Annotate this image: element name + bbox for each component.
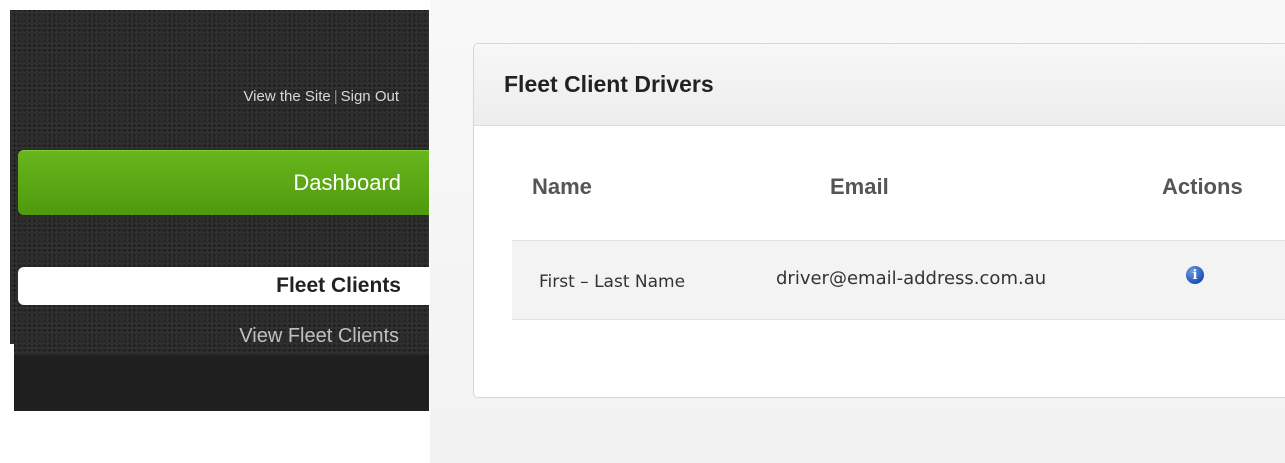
info-icon[interactable]: i	[1186, 266, 1204, 284]
column-header-name[interactable]: Name	[532, 174, 592, 200]
nav-dashboard-label: Dashboard	[293, 170, 401, 195]
view-site-link[interactable]: View the Site	[243, 88, 330, 105]
row-name-cell: First – Last Name	[539, 272, 686, 292]
nav-dashboard[interactable]: Dashboard	[18, 150, 429, 215]
sidebar: View the Site | Sign Out Dashboard Fleet C…	[10, 10, 429, 411]
sidebar-notch	[10, 344, 14, 411]
nav-fleet-clients[interactable]: Fleet Clients	[18, 267, 429, 305]
row-email-cell: driver@email-address.com.au	[776, 268, 1047, 289]
column-header-actions: Actions	[1162, 174, 1243, 199]
sign-out-link[interactable]: Sign Out	[341, 88, 399, 105]
nav-view-fleet-clients[interactable]: View Fleet Clients	[239, 325, 399, 348]
link-separator: |	[333, 88, 338, 105]
drivers-panel: Fleet Client Drivers	[473, 43, 1285, 398]
panel-title: Fleet Client Drivers	[504, 71, 714, 97]
column-header-email[interactable]: Email	[830, 174, 889, 200]
nav-fleet-clients-label: Fleet Clients	[276, 274, 401, 297]
top-links: View the Site | Sign Out	[243, 88, 399, 105]
sidebar-footer	[10, 355, 429, 411]
panel-header: Fleet Client Drivers	[474, 44, 1285, 126]
